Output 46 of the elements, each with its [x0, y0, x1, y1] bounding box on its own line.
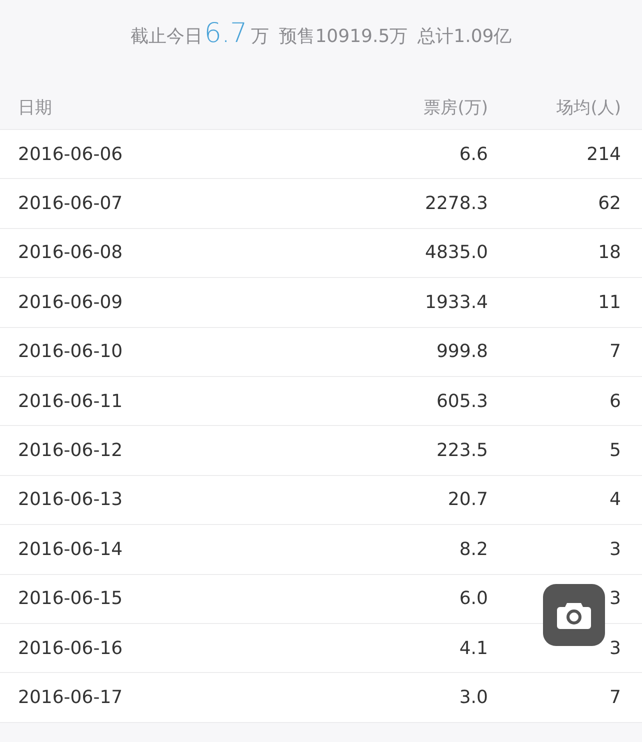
- table-cell: 1933.4: [425, 292, 488, 313]
- table-cell: 2278.3: [425, 193, 488, 214]
- table-cell: 2016-06-10: [18, 341, 123, 362]
- table-cell: 2016-06-08: [18, 242, 123, 264]
- table-cell: 62: [598, 193, 621, 214]
- table-cell: 4.1: [459, 638, 488, 659]
- table-cell: 18: [598, 242, 621, 264]
- table-cell: 3: [610, 538, 621, 560]
- column-header: 票房(万): [424, 96, 488, 118]
- table-cell: 2016-06-17: [18, 686, 123, 708]
- table-cell: 214: [586, 144, 621, 165]
- table-cell: 7: [610, 686, 621, 708]
- table-cell: 2016-06-07: [18, 193, 123, 214]
- today-box-office: 6.7: [204, 18, 248, 49]
- table-cell: 2016-06-16: [18, 638, 123, 659]
- column-header: 日期: [18, 96, 52, 118]
- table-cell: 4: [610, 489, 621, 510]
- table-cell: 2016-06-14: [18, 538, 123, 560]
- presale-text: 预售10919.5万: [279, 25, 408, 48]
- table-cell: 6.0: [459, 588, 488, 610]
- table-cell: 6.6: [459, 144, 488, 165]
- table-cell: 8.2: [459, 538, 488, 560]
- table-cell: 11: [598, 292, 621, 313]
- table-cell: 2016-06-06: [18, 144, 123, 165]
- unit-label: 万: [251, 25, 270, 48]
- table-cell: 4835.0: [425, 242, 488, 264]
- table-cell: 2016-06-13: [18, 489, 123, 510]
- table-cell: 5: [610, 440, 621, 462]
- table-cell: 6: [610, 390, 621, 412]
- table-cell: 7: [610, 341, 621, 362]
- table-cell: 2016-06-09: [18, 292, 123, 313]
- column-header: 场均(人): [556, 96, 621, 118]
- table-cell: 3: [610, 638, 621, 659]
- table-cell: 2016-06-12: [18, 440, 123, 462]
- table-cell: 2016-06-11: [18, 390, 123, 412]
- summary-label: 截止今日: [130, 25, 202, 48]
- table-cell: 223.5: [436, 440, 488, 462]
- table-cell: 2016-06-15: [18, 588, 123, 610]
- table-cell: 3: [610, 588, 621, 610]
- camera-button[interactable]: [543, 584, 605, 646]
- total-text: 总计1.09亿: [418, 25, 512, 48]
- camera-icon: [556, 600, 592, 630]
- table-cell: 3.0: [459, 686, 488, 708]
- table-cell: 20.7: [448, 489, 488, 510]
- table-cell: 605.3: [436, 390, 488, 412]
- table-cell: 999.8: [436, 341, 488, 362]
